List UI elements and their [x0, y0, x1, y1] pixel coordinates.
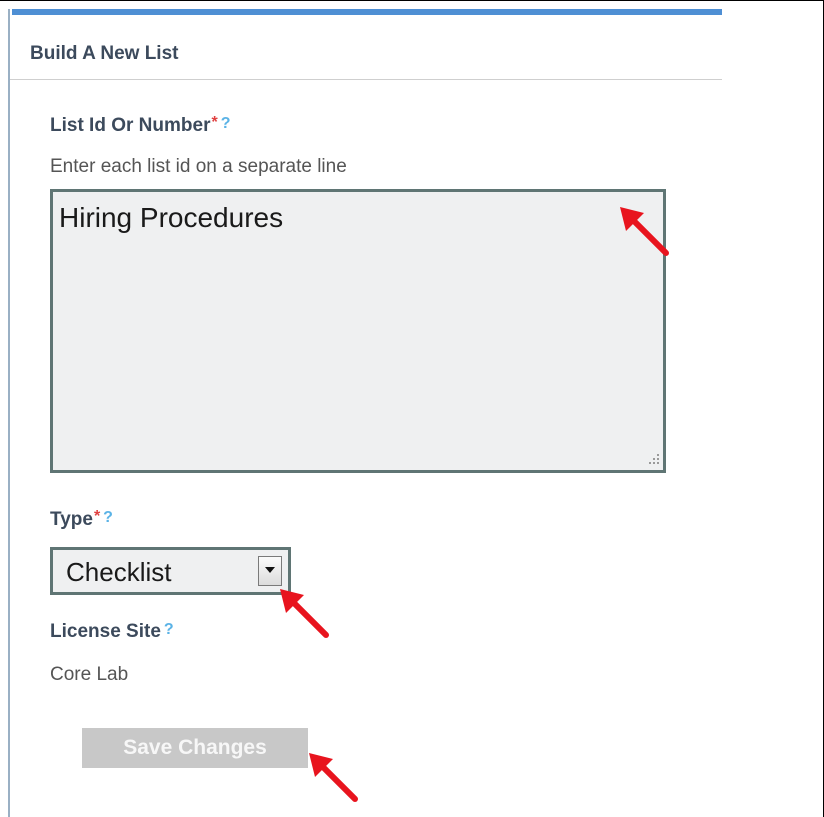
- required-marker: *: [211, 114, 218, 131]
- type-label: Type*?: [50, 508, 113, 531]
- resize-grip-icon[interactable]: [645, 452, 661, 468]
- annotation-arrow-icon: [620, 207, 669, 256]
- help-icon[interactable]: ?: [221, 115, 231, 132]
- panel-title: Build A New List: [30, 43, 179, 64]
- license-site-label: License Site?: [50, 621, 174, 643]
- list-id-hint: Enter each list id on a separate line: [50, 156, 347, 177]
- type-select-value: Checklist: [66, 557, 172, 587]
- panel-header: Build A New List: [10, 15, 722, 80]
- help-icon[interactable]: ?: [164, 621, 174, 638]
- build-list-panel: Build A New List List Id Or Number*? Ent…: [8, 9, 722, 817]
- dropdown-arrow-button[interactable]: [258, 556, 282, 586]
- save-changes-button[interactable]: Save Changes: [82, 728, 308, 768]
- screenshot-frame: Build A New List List Id Or Number*? Ent…: [0, 0, 824, 817]
- type-select[interactable]: Checklist: [50, 547, 291, 595]
- list-id-label-text: List Id Or Number: [50, 115, 211, 136]
- type-label-text: Type: [50, 509, 93, 530]
- list-id-textarea[interactable]: Hiring Procedures: [50, 189, 666, 473]
- annotation-arrow-icon: [280, 589, 329, 638]
- license-site-value: Core Lab: [50, 664, 129, 685]
- help-icon[interactable]: ?: [103, 509, 113, 526]
- required-marker: *: [93, 508, 101, 525]
- license-site-label-text: License Site: [50, 621, 161, 642]
- chevron-down-icon: [265, 567, 275, 573]
- annotation-arrow-icon: [309, 753, 358, 802]
- list-id-label: List Id Or Number*?: [50, 114, 231, 137]
